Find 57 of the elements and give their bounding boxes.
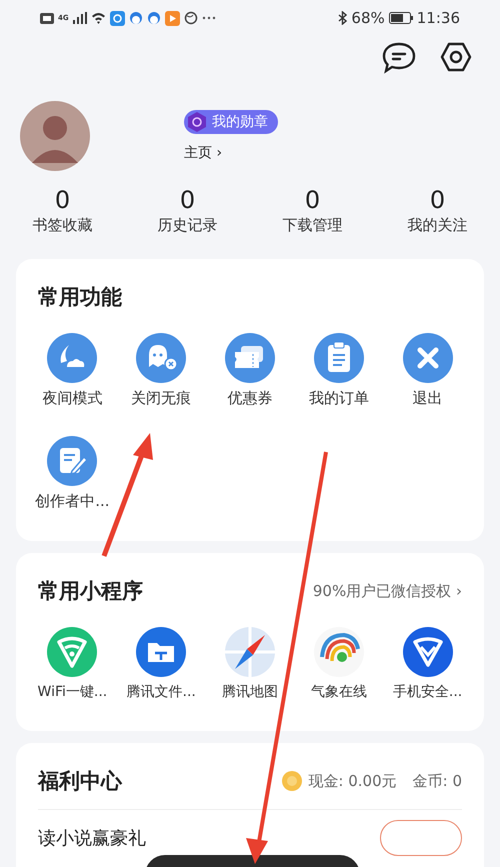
authorization-link[interactable]: 90%用户已微信授权 › xyxy=(312,582,462,600)
clipboard-icon xyxy=(314,333,364,383)
mini-program-item[interactable]: 腾讯地图 xyxy=(206,627,294,701)
function-item[interactable]: 创作者中... xyxy=(28,436,117,511)
task-title: 读小说赢豪礼 xyxy=(38,827,146,850)
signal-icon xyxy=(72,12,87,24)
function-item[interactable]: 优惠券 xyxy=(206,333,294,408)
wifi-shield-icon xyxy=(47,627,98,677)
home-link[interactable]: 主页 › xyxy=(184,144,278,162)
shield-icon xyxy=(402,627,453,677)
mini-program-item[interactable]: WiFi一键... xyxy=(28,627,117,701)
function-item[interactable]: 关闭无痕 xyxy=(116,333,206,408)
medal-icon xyxy=(186,111,208,133)
globe-icon xyxy=(184,11,198,25)
app-icon xyxy=(128,11,143,25)
app-icon xyxy=(146,11,161,25)
stat-count[interactable]: 0 xyxy=(54,186,70,214)
coin-balance: 金币: 0 xyxy=(412,772,462,790)
section-title: 常用功能 xyxy=(38,284,123,311)
settings-icon[interactable] xyxy=(440,42,472,72)
task-button[interactable] xyxy=(380,820,462,856)
medal-badge[interactable]: 我的勋章 xyxy=(184,110,278,134)
ghost-icon xyxy=(136,333,186,383)
app-icon xyxy=(110,10,125,26)
clock-time: 11:36 xyxy=(416,9,460,27)
wifi-icon xyxy=(90,12,106,24)
stat-label[interactable]: 书签收藏 xyxy=(32,216,92,235)
edit-note-icon xyxy=(47,436,98,486)
stat-label[interactable]: 下载管理 xyxy=(282,216,342,235)
section-title: 福利中心 xyxy=(38,768,122,795)
stat-count[interactable]: 0 xyxy=(180,186,196,214)
close-icon xyxy=(402,333,453,383)
avatar[interactable] xyxy=(20,101,90,171)
stat-count[interactable]: 0 xyxy=(430,186,446,214)
function-item[interactable]: 夜间模式 xyxy=(28,333,117,408)
mini-program-item[interactable]: 手机安全... xyxy=(383,627,472,701)
stat-label[interactable]: 历史记录 xyxy=(158,216,218,235)
stat-label[interactable]: 我的关注 xyxy=(408,216,468,235)
battery-percent: 68% xyxy=(351,9,385,27)
section-title: 常用小程序 xyxy=(38,578,143,605)
folder-icon xyxy=(136,627,186,677)
moon-cloud-icon xyxy=(47,333,98,383)
play-app-icon xyxy=(164,10,180,26)
mini-program-item[interactable]: 气象在线 xyxy=(294,627,384,701)
mini-program-item[interactable]: 腾讯文件... xyxy=(116,627,206,701)
swirl-icon xyxy=(314,627,364,677)
bluetooth-icon xyxy=(338,11,348,25)
stat-count[interactable]: 0 xyxy=(304,186,320,214)
more-icon xyxy=(202,16,216,20)
battery-icon xyxy=(388,12,413,24)
function-item[interactable]: 我的订单 xyxy=(294,333,384,408)
ticket-icon xyxy=(224,333,275,383)
message-icon[interactable] xyxy=(382,42,416,74)
cash-balance: 现金: 0.00元 xyxy=(308,772,397,790)
function-item[interactable]: 退出 xyxy=(383,333,472,408)
coin-icon xyxy=(282,771,302,791)
compass-icon xyxy=(224,627,275,677)
